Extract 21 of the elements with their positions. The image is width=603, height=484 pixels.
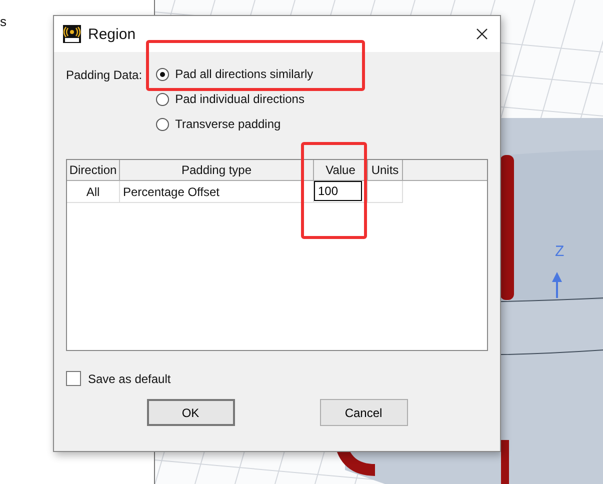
radio-option[interactable]: Transverse padding — [156, 117, 314, 131]
panel-text-fragment: s — [0, 14, 6, 29]
column-header[interactable]: Value — [314, 160, 368, 181]
value-cell[interactable]: 100 — [314, 181, 368, 203]
window-title: Region — [88, 26, 137, 42]
cancel-button[interactable]: Cancel — [320, 399, 408, 426]
column-header[interactable]: Padding type — [120, 160, 314, 181]
close-icon[interactable] — [476, 28, 488, 40]
app-logo-icon — [63, 25, 81, 43]
value-input[interactable]: 100 — [314, 181, 362, 201]
column-header[interactable]: Units — [368, 160, 403, 181]
ok-button[interactable]: OK — [146, 399, 234, 426]
table-cell — [368, 181, 403, 203]
z-axis-label: Z — [555, 243, 564, 260]
save-default-checkbox[interactable]: Save as default — [66, 371, 488, 386]
table-cell: All — [67, 181, 120, 203]
column-header[interactable]: Direction — [67, 160, 120, 181]
radio-option[interactable]: Pad all directions similarly — [156, 67, 314, 81]
padding-data-label: Padding Data: — [66, 67, 142, 84]
table-cell: Percentage Offset — [120, 181, 314, 203]
radio-option[interactable]: Pad individual directions — [156, 92, 314, 106]
